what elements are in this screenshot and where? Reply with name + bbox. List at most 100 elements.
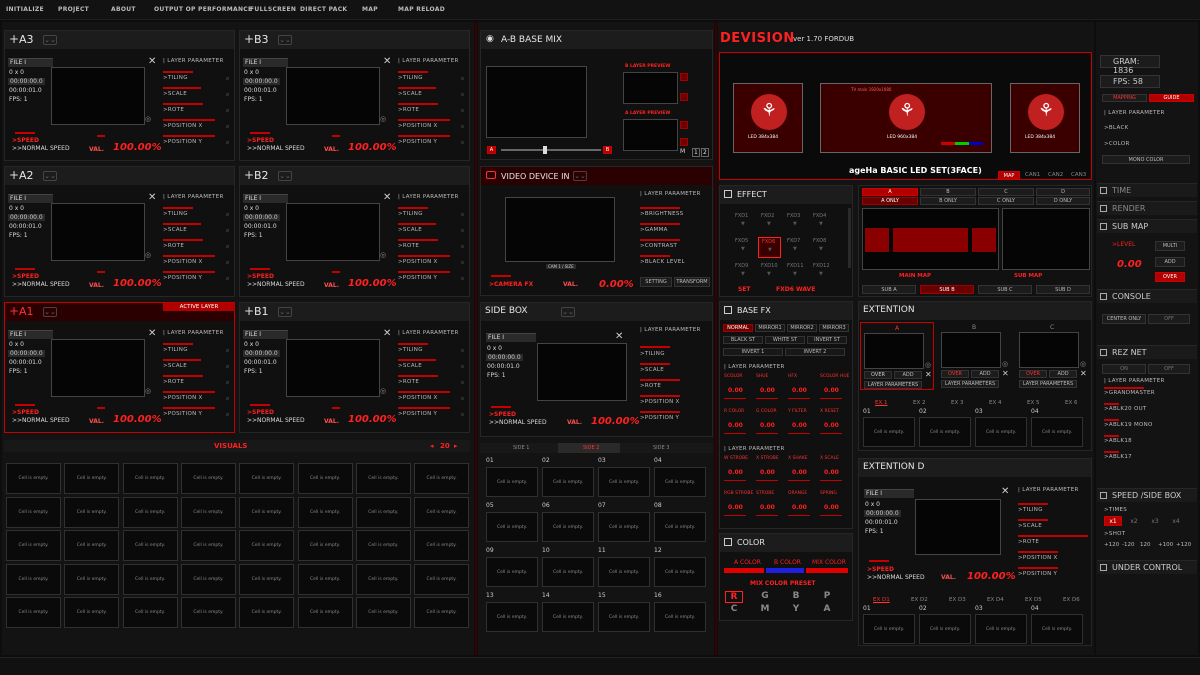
close-icon[interactable]: ✕ <box>1001 487 1009 497</box>
sidebox-position-y[interactable]: >POSITION Y <box>640 415 679 421</box>
basefx-param-label[interactable]: HFX <box>788 374 797 379</box>
eye-icon[interactable]: ◉ <box>486 34 494 44</box>
effect-item[interactable]: FXD5 ▼ <box>732 237 755 258</box>
visual-cell[interactable]: Cell is empty. <box>355 597 411 628</box>
section-under-control[interactable]: UNDER CONTROL <box>1097 560 1197 574</box>
param-indicator[interactable] <box>226 277 229 280</box>
center-only-button[interactable]: CENTER ONLY <box>1102 314 1146 324</box>
menu-fullscreen[interactable]: FULLSCREEN <box>250 6 296 13</box>
visual-cell[interactable]: Cell is empty. <box>64 563 120 595</box>
visual-cell[interactable]: Cell is empty. <box>180 496 236 528</box>
basefx-param-label[interactable]: SCOLOR HUE <box>820 374 850 379</box>
effect-item[interactable]: FXD11 ▼ <box>784 262 807 283</box>
basefx-param-label[interactable]: STROBE <box>756 491 774 496</box>
chevron-down-icon[interactable]: ⌄⌄ <box>561 307 575 317</box>
basefx-button[interactable]: NORMAL <box>723 324 753 332</box>
extd-tab[interactable]: EX D6 <box>1063 597 1080 603</box>
shot-button[interactable]: +100 <box>1158 542 1173 548</box>
visual-cell[interactable]: Cell is empty. <box>355 496 411 528</box>
effect-item[interactable]: FXD1 ▼ <box>732 212 755 233</box>
rote-label[interactable]: >ROTE <box>163 107 184 113</box>
section-rez-net[interactable]: REZ NET <box>1097 345 1197 359</box>
rez-item[interactable]: >GRANDMASTER <box>1104 390 1155 396</box>
scale-label[interactable]: >SCALE <box>398 227 422 233</box>
scale-label[interactable]: >SCALE <box>163 91 187 97</box>
side-cell[interactable]: Cell is empty. <box>598 467 650 497</box>
position-x-label[interactable]: >POSITION X <box>163 259 203 265</box>
effect-item[interactable]: FXD12 ▼ <box>810 262 833 283</box>
chevron-down-icon[interactable]: ⌄⌄ <box>43 307 57 317</box>
close-icon[interactable]: ✕ <box>383 329 391 339</box>
position-x-label[interactable]: >POSITION X <box>398 395 438 401</box>
chevron-down-icon[interactable]: ⌄⌄ <box>278 307 292 317</box>
visual-cell[interactable]: Cell is empty. <box>414 597 470 628</box>
param-indicator[interactable] <box>226 213 229 216</box>
basefx-button[interactable]: INVERT 2 <box>785 348 845 356</box>
basefx-param-label[interactable]: SCOLOR <box>724 374 743 379</box>
ext-add-button[interactable]: ADD <box>971 370 999 378</box>
basefx-param-label[interactable]: X RESET <box>820 409 839 414</box>
visual-cell[interactable]: Cell is empty. <box>414 530 470 561</box>
visual-cell[interactable]: Cell is empty. <box>414 496 470 528</box>
param-indicator[interactable] <box>461 141 464 144</box>
a-color-swatch[interactable] <box>724 568 764 573</box>
crossfader-track[interactable] <box>501 149 601 151</box>
tiling-label[interactable]: >TILING <box>398 347 423 353</box>
visual-cell[interactable]: Cell is empty. <box>6 563 61 595</box>
rez-item[interactable]: >ABLK19 MONO <box>1104 422 1153 428</box>
speed-label[interactable]: >SPEED <box>12 273 39 280</box>
rote-label[interactable]: >ROTE <box>398 379 419 385</box>
ext-tab[interactable]: EX 4 <box>989 400 1002 406</box>
color-toggle-icon[interactable] <box>724 538 732 546</box>
param-indicator[interactable] <box>461 93 464 96</box>
position-x-label[interactable]: >POSITION X <box>163 123 203 129</box>
param-indicator[interactable] <box>226 397 229 400</box>
a-s2-button[interactable] <box>680 138 688 146</box>
eye-icon[interactable]: ◎ <box>1002 360 1008 368</box>
sub-b-tab[interactable]: SUB B <box>920 285 974 294</box>
side-cell[interactable]: Cell is empty. <box>542 602 594 632</box>
visuals-next-icon[interactable]: ▸ <box>454 442 458 450</box>
visual-cell[interactable]: Cell is empty. <box>180 597 236 628</box>
close-icon[interactable]: ✕ <box>615 332 623 342</box>
side-cell[interactable]: Cell is empty. <box>486 602 538 632</box>
contrast-label[interactable]: >CONTRAST <box>640 243 677 249</box>
a-side-button[interactable]: A <box>487 146 496 154</box>
extd-cell[interactable]: Cell is empty. <box>919 614 971 644</box>
guide-button[interactable]: GUIDE <box>1149 94 1194 102</box>
plus-icon[interactable]: + <box>244 32 254 46</box>
eye-icon[interactable]: ◎ <box>145 251 151 259</box>
menu-performance[interactable]: PERFORMANCE <box>198 6 252 13</box>
ext-add-button[interactable]: ADD <box>894 371 922 379</box>
b-s1-button[interactable] <box>680 73 688 81</box>
shot-button[interactable]: +120 <box>1176 542 1191 548</box>
param-indicator[interactable] <box>461 349 464 352</box>
add-button[interactable]: ADD <box>1155 257 1185 267</box>
menu-project[interactable]: PROJECT <box>58 6 89 13</box>
section-time[interactable]: TIME <box>1097 183 1197 197</box>
tab-side-1[interactable]: SIDE 1 <box>513 445 529 451</box>
section-console[interactable]: CONSOLE <box>1097 289 1197 303</box>
effect-item[interactable]: FXD9 ▼ <box>732 262 755 283</box>
close-icon[interactable]: ✕ <box>383 193 391 203</box>
extd-speed[interactable]: >SPEED <box>867 566 894 573</box>
camera-icon[interactable] <box>486 171 496 179</box>
shot-button[interactable]: 120 <box>1140 542 1151 548</box>
extd-tiling[interactable]: >TILING <box>1018 507 1043 513</box>
section-sub-map[interactable]: SUB MAP <box>1097 219 1197 233</box>
transform-button[interactable]: TRANSFORM <box>674 277 710 287</box>
color-preset-key[interactable]: Y <box>787 604 805 614</box>
map-b-button[interactable]: B <box>920 188 976 196</box>
tab-map[interactable]: MAP <box>998 171 1020 180</box>
shot-button[interactable]: -120 <box>1122 542 1134 548</box>
plus-icon[interactable]: + <box>9 32 19 46</box>
effect-item[interactable]: FXD2 ▼ <box>758 212 781 233</box>
param-indicator[interactable] <box>461 125 464 128</box>
tab-can1[interactable]: CAN1 <box>1025 172 1040 178</box>
extd-tab[interactable]: EX D2 <box>911 597 928 603</box>
effect-item[interactable]: FXD7 ▼ <box>784 237 807 258</box>
basefx-param-label[interactable]: SHUE <box>756 374 768 379</box>
camera-fx-label[interactable]: >CAMERA FX <box>489 281 533 288</box>
map-d-button[interactable]: D <box>1036 188 1090 196</box>
extd-position-y[interactable]: >POSITION Y <box>1018 571 1057 577</box>
